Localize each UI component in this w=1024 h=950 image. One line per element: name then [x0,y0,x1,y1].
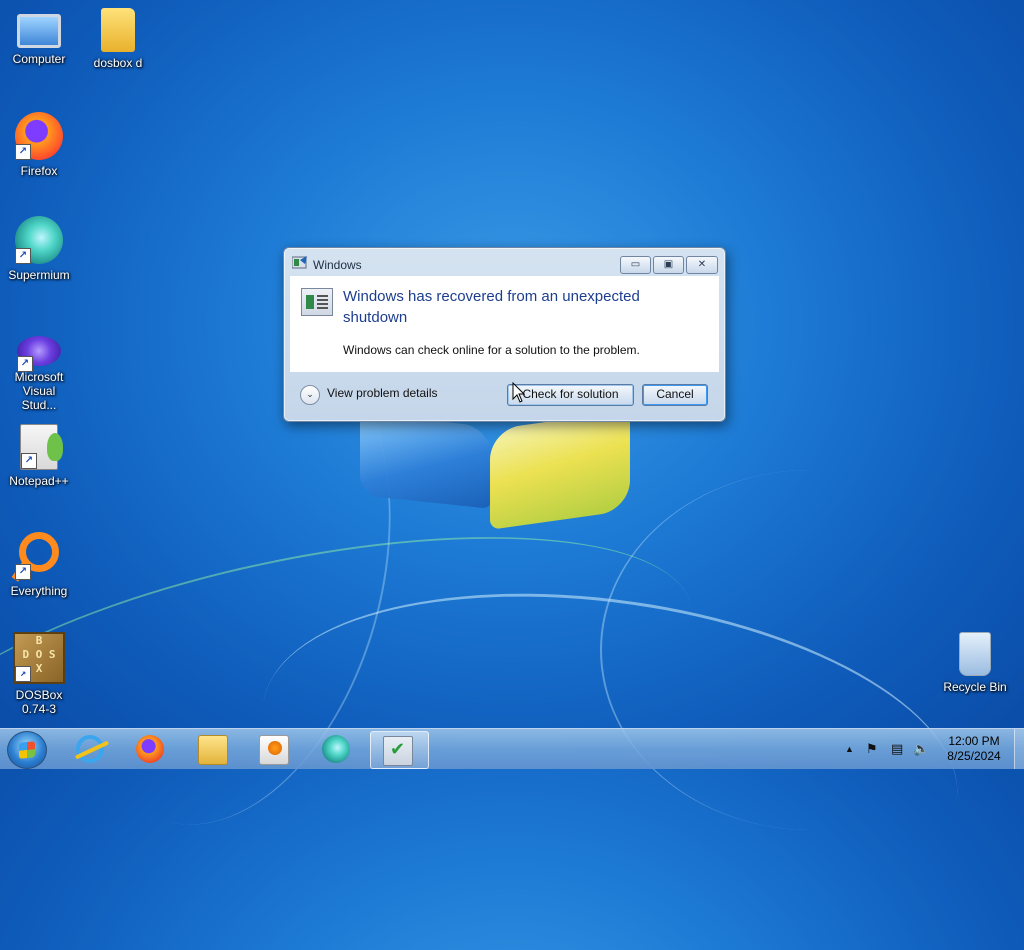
desktop-icon-firefox[interactable]: ↗ Firefox [1,112,77,178]
firefox-icon: ↗ [15,112,63,160]
expand-details-button[interactable]: ⌄ [300,385,320,405]
dialog-content: Windows has recovered from an unexpected… [290,276,719,372]
clock[interactable]: 12:00 PM 8/25/2024 [934,734,1014,764]
taskbar-supermium[interactable] [310,731,362,767]
desktop-icon-dosbox[interactable]: B D O S X ↗ DOSBox 0.74-3 [1,632,77,716]
desktop-icon-label: Supermium [8,268,70,282]
file-explorer-icon [198,735,228,765]
minimize-button[interactable]: ▭ [620,256,651,274]
clock-time: 12:00 PM [948,734,1000,748]
shortcut-arrow-icon: ↗ [17,356,33,372]
problem-report-icon [301,288,333,316]
desktop-icon-label: dosbox d [93,56,143,70]
show-hidden-icons-button[interactable]: ▲ [845,744,854,754]
shortcut-arrow-icon: ↗ [15,248,31,264]
everything-icon-wrap: ↗ [15,532,63,580]
clock-date: 8/25/2024 [947,749,1001,763]
desktop-icon-recycle-bin[interactable]: Recycle Bin [937,632,1013,694]
taskbar-problem-reports[interactable] [370,731,429,769]
desktop-icon-everything[interactable]: ↗ Everything [1,528,77,598]
desktop-icon-label: Everything [10,584,68,598]
maximize-icon: ▣ [663,259,674,270]
taskbar-internet-explorer[interactable] [64,731,116,767]
desktop-icon-supermium[interactable]: ↗ Supermium [1,216,77,282]
notepad-plus-plus-icon: ↗ [20,424,63,470]
shortcut-arrow-icon: ↗ [21,453,37,469]
supermium-icon [322,735,350,763]
action-center-flag-icon[interactable]: ⚑ [866,741,878,757]
taskbar-media-player[interactable] [247,731,299,767]
network-icon[interactable]: ▤ [891,741,903,757]
dialog-heading: Windows has recovered from an unexpected… [343,288,640,326]
windows-flag-icon [19,741,35,759]
show-desktop-button[interactable] [1014,729,1024,769]
desktop-icon-visual-studio[interactable]: ↗ Microsoft Visual Stud... [1,326,77,412]
desktop-icon-label: DOSBox 0.74-3 [15,688,63,716]
visual-studio-icon: ↗ [17,336,61,372]
desktop-icon-label: Recycle Bin [943,680,1007,694]
cancel-button[interactable]: Cancel [642,384,708,406]
close-button[interactable]: ✕ [686,256,718,274]
check-for-solution-button[interactable]: Check for solution [507,384,634,406]
wallpaper-streak [0,477,719,905]
firefox-icon [136,735,164,763]
dialog-titlebar[interactable]: Windows ▭ ▣ ✕ [284,248,725,276]
logo-blue-pane [360,413,492,509]
dialog-title: Windows [313,258,362,272]
folder-icon [101,8,135,52]
taskbar-firefox[interactable] [124,731,176,767]
shutdown-recovery-dialog: Windows ▭ ▣ ✕ Windows has recovered from… [283,247,726,422]
close-icon: ✕ [697,259,707,270]
view-problem-details-link[interactable]: View problem details [327,386,438,400]
dialog-message: Windows can check online for a solution … [343,343,640,357]
problem-reports-icon [383,736,413,766]
desktop-icon-label: Firefox [20,164,58,178]
desktop-icon-computer[interactable]: Computer [1,8,77,66]
recycle-bin-icon [959,632,991,676]
shortcut-arrow-icon: ↗ [15,144,31,160]
supermium-icon: ↗ [15,216,63,264]
shortcut-arrow-icon: ↗ [15,666,31,682]
start-button[interactable] [7,731,47,769]
dialog-footer: ⌄ View problem details Check for solutio… [290,372,719,416]
dosbox-icon: B D O S X ↗ [13,632,65,684]
desktop-icon-label: Computer [12,52,66,66]
logo-yellow-pane [490,410,630,530]
desktop-icon-label: Microsoft Visual Stud... [14,370,64,412]
internet-explorer-icon [76,735,104,763]
desktop-icon-notepad-plus-plus[interactable]: ↗ Notepad++ [1,424,77,488]
taskbar-file-explorer[interactable] [186,731,238,767]
windows-logo-wallpaper [352,410,642,538]
volume-muted-icon[interactable]: 🔈 [913,741,929,757]
mouse-cursor-icon [512,382,526,403]
maximize-button[interactable]: ▣ [653,256,684,274]
shortcut-arrow-icon: ↗ [15,564,31,580]
minimize-icon: ▭ [630,259,641,270]
desktop-icon-dosbox-folder[interactable]: dosbox d [80,8,156,70]
chevron-down-icon: ⌄ [306,389,314,399]
windows-app-icon [292,256,307,269]
desktop-icon-label: Notepad++ [9,474,69,488]
computer-icon [17,14,61,48]
taskbar: ▲ ⚑ ▤ 🔈 12:00 PM 8/25/2024 [0,728,1024,769]
media-player-icon [259,735,289,765]
